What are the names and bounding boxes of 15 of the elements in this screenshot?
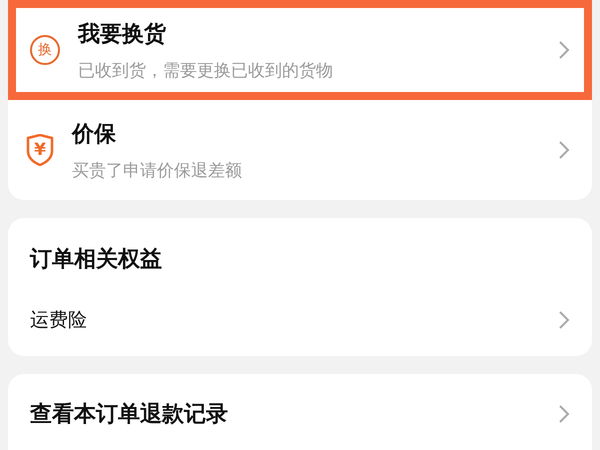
- refund-record-row[interactable]: 查看本订单退款记录: [8, 374, 592, 450]
- chevron-right-icon: [558, 40, 570, 60]
- option-title: 价保: [72, 120, 117, 148]
- option-row[interactable]: 换 我要换货 已收到货，需要更换已收到的货物: [8, 0, 592, 100]
- option-subtitle: 买贵了申请价保退差额: [72, 160, 243, 182]
- option-subtitle: 已收到货，需要更换已收到的货物: [78, 60, 334, 82]
- exchange-icon: 换: [30, 35, 60, 65]
- list-row[interactable]: 运费险: [8, 284, 592, 356]
- option-row[interactable]: ¥ 价保 买贵了申请价保退差额: [8, 100, 592, 200]
- chevron-right-icon: [558, 140, 570, 160]
- section-title: 订单相关权益: [30, 247, 162, 272]
- option-title: 我要换货: [78, 20, 167, 48]
- chevron-right-icon: [558, 404, 570, 424]
- chevron-right-icon: [558, 310, 570, 330]
- shield-icon: ¥: [26, 134, 54, 166]
